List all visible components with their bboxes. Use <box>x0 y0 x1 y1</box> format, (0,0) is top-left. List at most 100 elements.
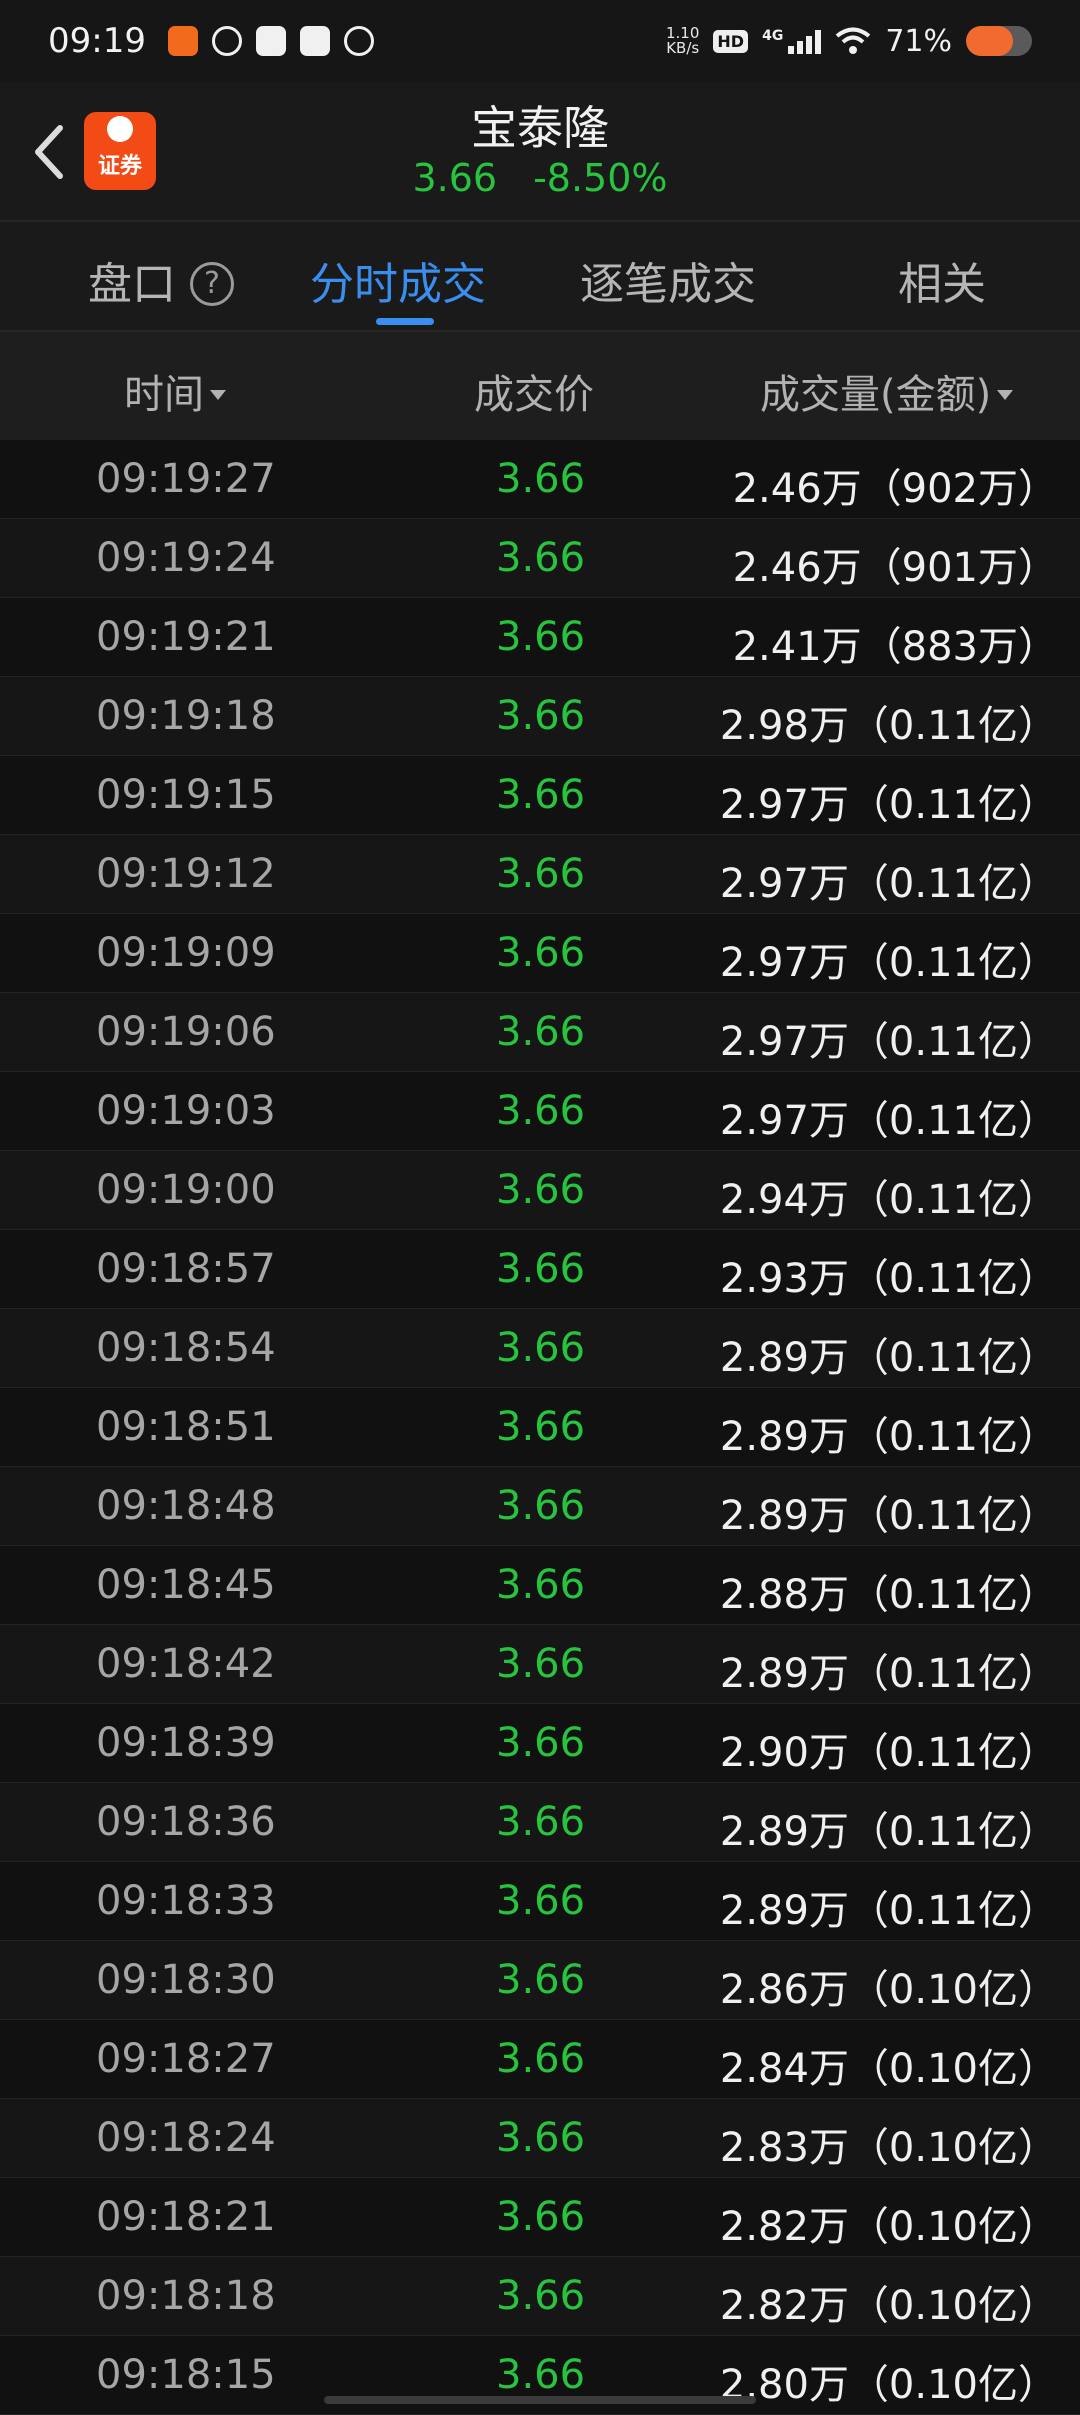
row-volume: 2.94万（0.11亿） <box>720 1167 1058 1225</box>
mail-app-icon <box>300 26 330 56</box>
table-row[interactable]: 09:18:273.662.84万（0.10亿） <box>0 2020 1080 2099</box>
row-price: 3.66 <box>496 930 585 976</box>
wifi-icon <box>835 27 871 55</box>
tab-related[interactable]: 相关 <box>898 248 986 312</box>
table-header: 时间 成交价 成交量(金额) <box>0 332 1080 440</box>
tab-bar: 盘口? 分时成交 逐笔成交 相关 <box>0 220 1080 332</box>
battery-fill <box>966 26 1013 56</box>
row-volume: 2.97万（0.11亿） <box>720 930 1058 988</box>
table-row[interactable]: 09:19:21 3.66 2.41万（883万） <box>0 598 1080 677</box>
row-volume: 2.89万（0.11亿） <box>720 1878 1058 1936</box>
status-time: 09:19 <box>48 21 146 61</box>
row-price: 3.66 <box>496 1483 585 1529</box>
battery-percent: 71% <box>885 24 952 59</box>
row-time: 09:19:21 <box>96 614 276 660</box>
row-volume: 2.89万（0.11亿） <box>720 1641 1058 1699</box>
table-row[interactable]: 09:19:183.662.98万（0.11亿） <box>0 677 1080 756</box>
table-row[interactable]: 09:19:00 3.66 2.94万（0.11亿） <box>0 1151 1080 1230</box>
row-price: 3.66 <box>496 1878 585 1924</box>
help-icon[interactable]: ? <box>190 262 234 306</box>
stock-change-percent: -8.50% <box>533 156 667 200</box>
notification-app-icon <box>168 26 198 56</box>
row-price: 3.66 <box>496 2273 585 2319</box>
row-volume: 2.82万（0.10亿） <box>720 2273 1058 2331</box>
row-price: 3.66 <box>496 1246 585 1292</box>
table-row[interactable]: 09:19:093.662.97万（0.11亿） <box>0 914 1080 993</box>
active-tab-indicator <box>376 318 434 325</box>
table-row[interactable]: 09:19:153.662.97万（0.11亿） <box>0 756 1080 835</box>
row-time: 09:18:15 <box>96 2352 276 2398</box>
sort-down-icon <box>997 390 1013 400</box>
column-time-header[interactable]: 时间 <box>124 362 226 420</box>
row-time: 09:18:21 <box>96 2194 276 2240</box>
row-volume: 2.89万（0.11亿） <box>720 1483 1058 1541</box>
row-price: 3.66 <box>496 1404 585 1450</box>
table-row[interactable]: 09:18:543.662.89万（0.11亿） <box>0 1309 1080 1388</box>
home-indicator[interactable] <box>324 2396 756 2404</box>
tab-minute-trades[interactable]: 分时成交 <box>310 248 486 312</box>
trade-list[interactable]: 09:19:273.662.46万（902万）09:19:243.662.46万… <box>0 440 1080 2415</box>
table-row[interactable]: 09:19:033.662.97万（0.11亿） <box>0 1072 1080 1151</box>
table-row[interactable]: 09:18:42 3.66 2.89万（0.11亿） <box>0 1625 1080 1704</box>
row-time: 09:19:27 <box>96 456 276 502</box>
row-time: 09:19:00 <box>96 1167 276 1213</box>
row-price: 3.66 <box>496 851 585 897</box>
row-volume: 2.46万（902万） <box>733 456 1058 514</box>
row-price: 3.66 <box>496 535 585 581</box>
row-time: 09:19:06 <box>96 1009 276 1055</box>
table-row[interactable]: 09:18:57 3.66 2.93万（0.11亿） <box>0 1230 1080 1309</box>
row-time: 09:18:48 <box>96 1483 276 1529</box>
row-volume: 2.90万（0.11亿） <box>720 1720 1058 1778</box>
table-row[interactable]: 09:18:453.662.88万（0.11亿） <box>0 1546 1080 1625</box>
row-time: 09:19:24 <box>96 535 276 581</box>
video-app-icon <box>256 26 286 56</box>
table-row[interactable]: 09:19:063.662.97万（0.11亿） <box>0 993 1080 1072</box>
row-price: 3.66 <box>496 772 585 818</box>
row-volume: 2.41万（883万） <box>733 614 1058 672</box>
row-price: 3.66 <box>496 1641 585 1687</box>
battery-icon <box>966 26 1032 56</box>
row-volume: 2.97万（0.11亿） <box>720 1088 1058 1146</box>
row-price: 3.66 <box>496 1325 585 1371</box>
row-volume: 2.97万（0.11亿） <box>720 1009 1058 1067</box>
row-volume: 2.88万（0.11亿） <box>720 1562 1058 1620</box>
notification-icons <box>168 26 374 56</box>
row-time: 09:18:57 <box>96 1246 276 1292</box>
row-volume: 2.93万（0.11亿） <box>720 1246 1058 1304</box>
column-volume-label: 成交量(金额) <box>760 372 991 418</box>
notification-app-icon <box>344 26 374 56</box>
table-row[interactable]: 09:19:273.662.46万（902万） <box>0 440 1080 519</box>
tab-order-book-label: 盘口 <box>88 259 176 310</box>
table-row[interactable]: 09:18:333.662.89万（0.11亿） <box>0 1862 1080 1941</box>
row-volume: 2.46万（901万） <box>733 535 1058 593</box>
table-row[interactable]: 09:18:48 3.66 2.89万（0.11亿） <box>0 1467 1080 1546</box>
row-time: 09:19:15 <box>96 772 276 818</box>
row-time: 09:18:54 <box>96 1325 276 1371</box>
tab-order-book[interactable]: 盘口? <box>88 248 234 312</box>
table-row[interactable]: 09:18:213.662.82万（0.10亿） <box>0 2178 1080 2257</box>
network-speed: 1.10 KB/s <box>666 26 699 56</box>
row-volume: 2.89万（0.11亿） <box>720 1404 1058 1462</box>
tab-tick-trades[interactable]: 逐笔成交 <box>580 248 756 312</box>
row-price: 3.66 <box>496 614 585 660</box>
table-row[interactable]: 09:18:363.662.89万（0.11亿） <box>0 1783 1080 1862</box>
row-price: 3.66 <box>496 1562 585 1608</box>
table-row[interactable]: 09:18:393.662.90万（0.11亿） <box>0 1704 1080 1783</box>
table-row[interactable]: 09:18:18 3.66 2.82万（0.10亿） <box>0 2257 1080 2336</box>
row-time: 09:19:12 <box>96 851 276 897</box>
table-row[interactable]: 09:19:123.662.97万（0.11亿） <box>0 835 1080 914</box>
row-price: 3.66 <box>496 1167 585 1213</box>
table-row[interactable]: 09:18:243.662.83万（0.10亿） <box>0 2099 1080 2178</box>
cell-signal-icon: 4G <box>762 28 821 54</box>
network-speed-unit: KB/s <box>666 41 699 56</box>
sort-down-icon <box>210 390 226 400</box>
row-price: 3.66 <box>496 693 585 739</box>
table-row[interactable]: 09:18:513.662.89万（0.11亿） <box>0 1388 1080 1467</box>
table-row[interactable]: 09:19:24 3.66 2.46万（901万） <box>0 519 1080 598</box>
row-time: 09:18:18 <box>96 2273 276 2319</box>
row-volume: 2.86万（0.10亿） <box>720 1957 1058 2015</box>
row-price: 3.66 <box>496 1088 585 1134</box>
column-volume-header[interactable]: 成交量(金额) <box>760 362 1013 420</box>
table-row[interactable]: 09:18:303.662.86万（0.10亿） <box>0 1941 1080 2020</box>
row-time: 09:18:42 <box>96 1641 276 1687</box>
